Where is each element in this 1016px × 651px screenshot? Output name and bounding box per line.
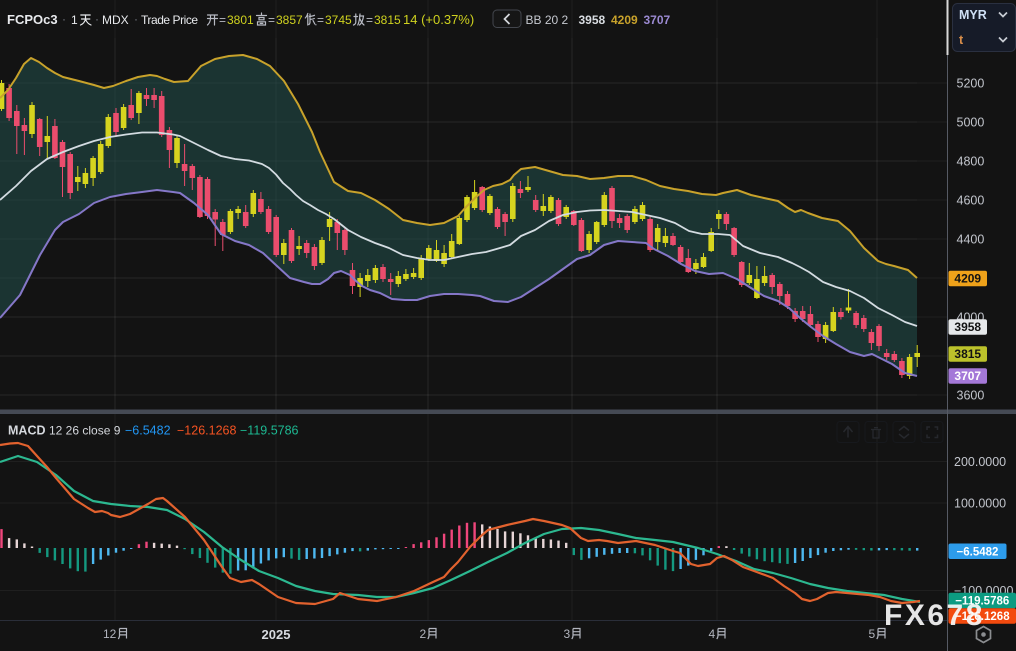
svg-text:=: = [366,13,373,27]
svg-text:2: 2 [420,627,427,641]
svg-text:4209: 4209 [611,13,638,27]
svg-text:3958: 3958 [579,13,606,27]
svg-text:·: · [134,12,138,26]
svg-text:4800: 4800 [957,155,985,169]
svg-text:=: = [317,13,324,27]
svg-text:12: 12 [103,627,117,641]
svg-text:3815: 3815 [954,347,981,361]
svg-text:=: = [219,13,226,27]
svg-text:−119.5786: −119.5786 [240,424,299,438]
svg-text:12 26 close 9: 12 26 close 9 [49,424,121,438]
svg-text:14 (+0.37%): 14 (+0.37%) [403,12,474,27]
svg-text:3958: 3958 [954,320,981,334]
svg-text:=: = [268,13,275,27]
svg-text:FCPOc3: FCPOc3 [7,12,58,27]
svg-text:5: 5 [869,627,876,641]
svg-text:BB 20 2: BB 20 2 [526,13,569,27]
svg-text:3815: 3815 [374,13,401,27]
svg-text:3745: 3745 [325,13,352,27]
svg-text:3707: 3707 [954,369,981,383]
svg-text:MDX: MDX [102,13,129,27]
svg-text:MACD: MACD [8,424,46,438]
svg-text:−6.5482: −6.5482 [957,547,999,559]
svg-text:2025: 2025 [262,627,291,642]
svg-text:−126.1268: −126.1268 [177,424,236,438]
svg-text:MYR: MYR [959,8,987,22]
svg-text:4600: 4600 [957,194,985,208]
svg-text:3600: 3600 [957,389,985,403]
svg-text:200.0000: 200.0000 [954,455,1006,469]
svg-text:3801: 3801 [227,13,254,27]
svg-text:−6.5482: −6.5482 [125,424,171,438]
svg-text:Trade Price: Trade Price [141,13,198,27]
svg-text:·: · [95,12,99,26]
svg-text:1: 1 [71,13,78,27]
svg-text:3: 3 [564,627,571,641]
svg-text:·: · [62,12,66,26]
svg-text:100.0000: 100.0000 [954,497,1006,511]
svg-text:5200: 5200 [957,77,985,91]
svg-text:FX678: FX678 [884,599,985,632]
svg-text:4209: 4209 [954,272,981,286]
svg-text:3857: 3857 [276,13,303,27]
svg-text:4400: 4400 [957,233,985,247]
svg-text:4: 4 [709,627,716,641]
svg-text:3707: 3707 [644,13,671,27]
svg-text:5000: 5000 [957,116,985,130]
